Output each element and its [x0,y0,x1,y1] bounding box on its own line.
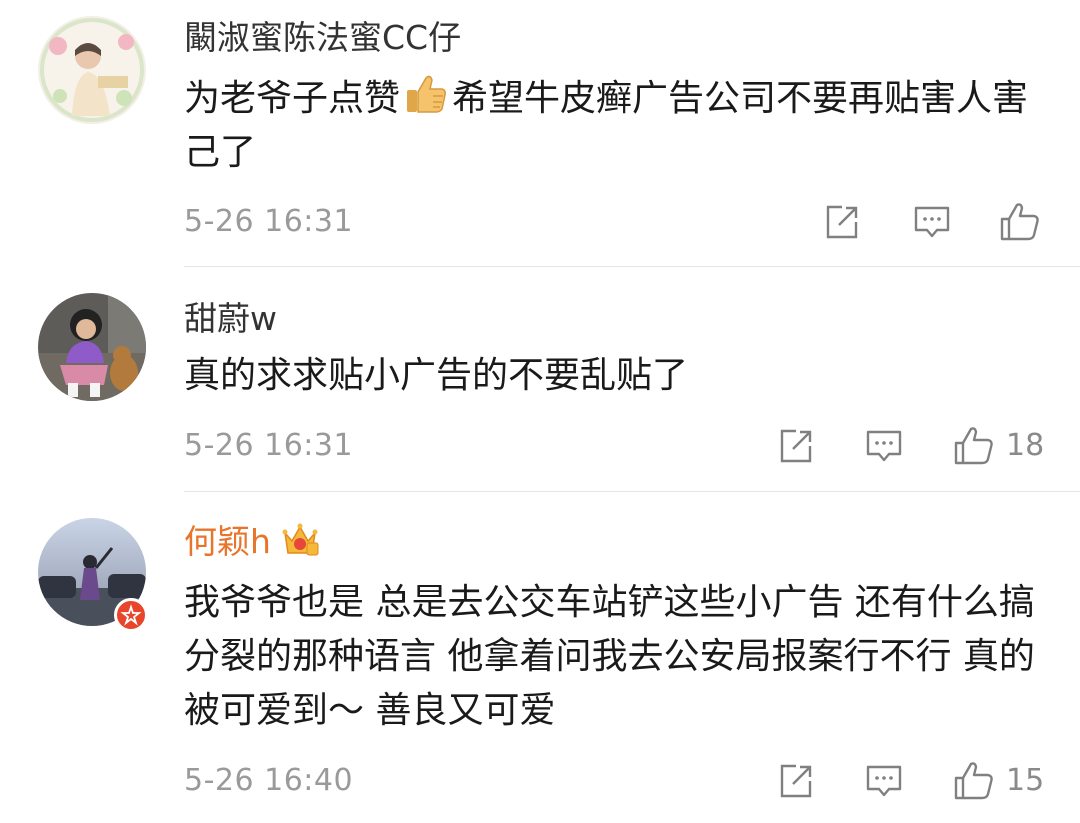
comment-item: 闞淑蜜陈法蜜CC仔 为老爷子点赞 希望牛皮癣广告公司不要再贴害人害己了 5-26… [0,0,1080,266]
username-text: 何颖h [184,522,271,561]
thumbs-up-emoji-icon [407,75,446,113]
username[interactable]: 闞淑蜜陈法蜜CC仔 [184,18,461,58]
avatar[interactable] [38,293,146,401]
username[interactable]: 何颖h [184,522,319,562]
timestamp: 5-26 16:31 [184,204,354,239]
like-icon [954,762,993,800]
share-button[interactable] [776,422,816,470]
comment-button[interactable] [864,422,904,470]
share-button[interactable] [822,198,862,246]
like-icon [954,427,993,465]
vip-crown-icon [282,523,319,556]
comment-button[interactable] [912,198,952,246]
comment-list: 闞淑蜜陈法蜜CC仔 为老爷子点赞 希望牛皮癣广告公司不要再贴害人害己了 5-26… [0,0,1080,823]
share-icon [826,205,858,239]
like-count: 15 [1006,763,1045,798]
comment-item: 何颖h 我爷爷也是 总是去公交车站铲这些小广告 还有什么搞分裂的那种语言 他拿着… [0,492,1080,823]
username[interactable]: 甜蔚w [184,299,277,339]
comment-text-part: 为老爷子点赞 [184,78,401,119]
like-button[interactable] [998,198,1052,246]
comment-button[interactable] [864,757,904,805]
like-button[interactable]: 15 [952,757,1044,805]
comment-text: 真的求求贴小广告的不要乱贴了 [184,355,689,396]
timestamp: 5-26 16:40 [184,763,354,798]
comment-icon [866,765,902,797]
share-button[interactable] [776,757,816,805]
like-icon [1000,203,1039,241]
share-icon [780,764,812,798]
share-icon [780,429,812,463]
like-count: 18 [1006,428,1045,463]
comment-icon [866,430,902,462]
like-button[interactable]: 18 [952,422,1044,470]
comment-text: 我爷爷也是 总是去公交车站铲这些小广告 还有什么搞分裂的那种语言 他拿着问我去公… [184,582,1035,731]
comment-item: 甜蔚w 真的求求贴小广告的不要乱贴了 5-26 16:31 18 [0,267,1080,491]
verified-badge-icon [114,598,148,632]
timestamp: 5-26 16:31 [184,428,354,463]
avatar[interactable] [38,16,146,124]
comment-icon [914,206,950,238]
comment-text: 为老爷子点赞 希望牛皮癣广告公司不要再贴害人害己了 [184,72,1044,180]
